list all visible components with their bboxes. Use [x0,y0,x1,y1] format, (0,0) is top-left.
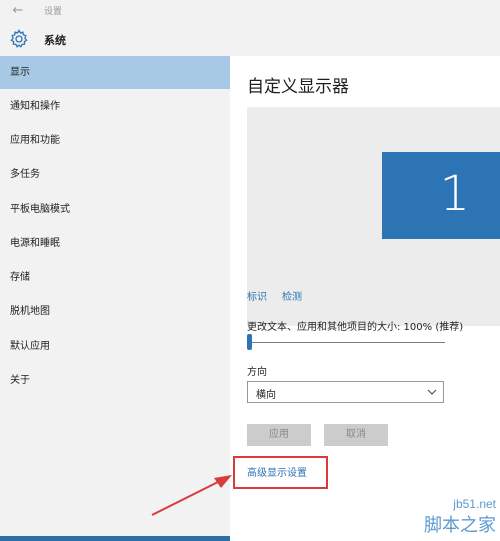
sidebar-item-label: 通知和操作 [10,101,60,112]
scale-slider-thumb[interactable] [247,334,252,350]
sidebar-item-offline-maps[interactable]: 脱机地图 [0,295,230,328]
detect-link[interactable]: 检测 [282,288,302,303]
identify-link[interactable]: 标识 [247,288,267,303]
window-title: 设置 [44,7,63,17]
sidebar-item-label: 脱机地图 [10,306,50,317]
sidebar-item-multitasking[interactable]: 多任务 [0,158,230,191]
watermark-url: jb51.net [453,497,496,511]
main-panel: 自定义显示器 1 标识 检测 更改文本、应用和其他项目的大小: 100% (推荐… [230,56,500,541]
orientation-value: 横向 [256,390,276,401]
title-bar: ← 设置 [0,0,500,22]
sidebar-item-label: 电源和睡眠 [10,238,60,249]
monitor-number: 1 [439,166,470,222]
section-header: 系统 [0,24,230,54]
page-section-title: 系统 [44,34,66,47]
cancel-button[interactable]: 取消 [324,424,388,446]
sidebar-item-label: 平板电脑模式 [10,204,70,215]
orientation-label: 方向 [247,367,267,378]
sidebar-item-label: 存储 [10,272,30,283]
gear-icon [10,29,28,48]
sidebar-item-apps-features[interactable]: 应用和功能 [0,124,230,157]
sidebar-item-storage[interactable]: 存储 [0,261,230,294]
sidebar-item-tablet-mode[interactable]: 平板电脑模式 [0,193,230,226]
sidebar-item-label: 显示 [10,67,30,78]
sidebar-item-label: 应用和功能 [10,135,60,146]
sidebar: 显示 通知和操作 应用和功能 多任务 平板电脑模式 电源和睡眠 存储 脱机地图 … [0,56,230,541]
sidebar-item-display[interactable]: 显示 [0,56,230,89]
apply-button[interactable]: 应用 [247,424,311,446]
advanced-display-settings-link[interactable]: 高级显示设置 [247,464,307,479]
sidebar-item-default-apps[interactable]: 默认应用 [0,330,230,363]
monitor-tile[interactable]: 1 [382,152,500,239]
chevron-down-icon [427,389,437,395]
taskbar-edge [0,536,230,541]
page-title: 自定义显示器 [247,77,349,97]
sidebar-item-label: 默认应用 [10,341,50,352]
watermark: jb51.net 脚本之家 [424,497,496,537]
scale-label: 更改文本、应用和其他项目的大小: 100% (推荐) [247,322,464,333]
sidebar-item-label: 关于 [10,375,30,386]
sidebar-item-power-sleep[interactable]: 电源和睡眠 [0,227,230,260]
back-arrow-icon[interactable]: ← [8,2,28,20]
orientation-select[interactable]: 横向 [247,381,444,403]
settings-window: ← 设置 系统 显示 通知和操作 应用和功能 多任务 平板电脑模式 电源和睡眠 … [0,0,500,541]
sidebar-item-label: 多任务 [10,169,40,180]
sidebar-item-about[interactable]: 关于 [0,364,230,397]
scale-slider-track[interactable] [247,342,445,343]
watermark-name: 脚本之家 [424,515,496,536]
sidebar-item-notifications[interactable]: 通知和操作 [0,90,230,123]
